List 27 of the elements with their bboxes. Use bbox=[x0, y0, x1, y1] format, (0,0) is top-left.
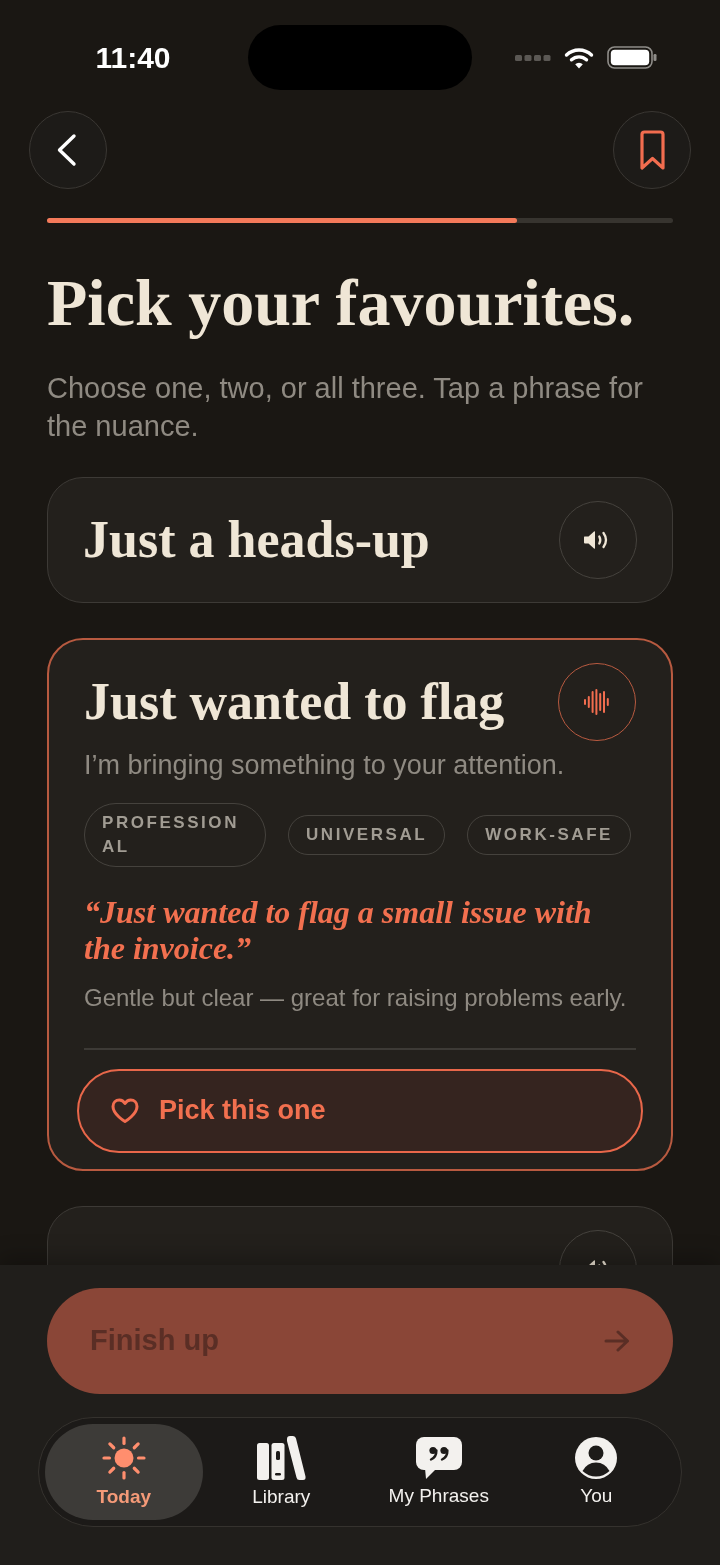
phrase-title: Just a heads-up bbox=[83, 511, 430, 569]
status-time: 11:40 bbox=[95, 40, 171, 76]
back-chevron-icon bbox=[56, 133, 77, 167]
profile-icon bbox=[575, 1437, 618, 1479]
bookmark-icon bbox=[638, 129, 666, 171]
phrase-title: Just wanted to flag bbox=[84, 673, 505, 731]
heart-icon bbox=[111, 1097, 139, 1124]
sun-icon bbox=[101, 1436, 146, 1480]
pick-button[interactable]: Pick this one bbox=[77, 1068, 643, 1153]
page-title: Pick your favourites. bbox=[47, 268, 636, 338]
usage-note: Gentle but clear — great for raising problems early. bbox=[84, 983, 628, 1013]
example-quote: “Just wanted to flag a small issue with the invoice.” bbox=[84, 894, 593, 966]
battery-icon bbox=[607, 46, 657, 69]
tab-item[interactable]: Today bbox=[45, 1424, 203, 1520]
wifi-icon bbox=[564, 46, 594, 69]
arrow-right-icon bbox=[604, 1330, 630, 1352]
phrase-meaning: I’m bringing something to your attention. bbox=[84, 749, 566, 781]
books-icon bbox=[256, 1436, 306, 1480]
phrase-card[interactable] bbox=[47, 638, 673, 1171]
tab-item[interactable]: You bbox=[517, 1424, 675, 1520]
quote-bubble-icon bbox=[415, 1437, 462, 1479]
tab-item[interactable]: Library bbox=[202, 1424, 360, 1520]
phrase-card[interactable]: Just a heads-up bbox=[47, 477, 673, 603]
page-subtitle: Choose one, two, or all three. Tap a phrase for the nuance. bbox=[47, 371, 644, 444]
signal-icon bbox=[515, 54, 551, 61]
tab-item[interactable]: My Phrases bbox=[360, 1424, 518, 1520]
waveform-icon bbox=[584, 689, 610, 715]
